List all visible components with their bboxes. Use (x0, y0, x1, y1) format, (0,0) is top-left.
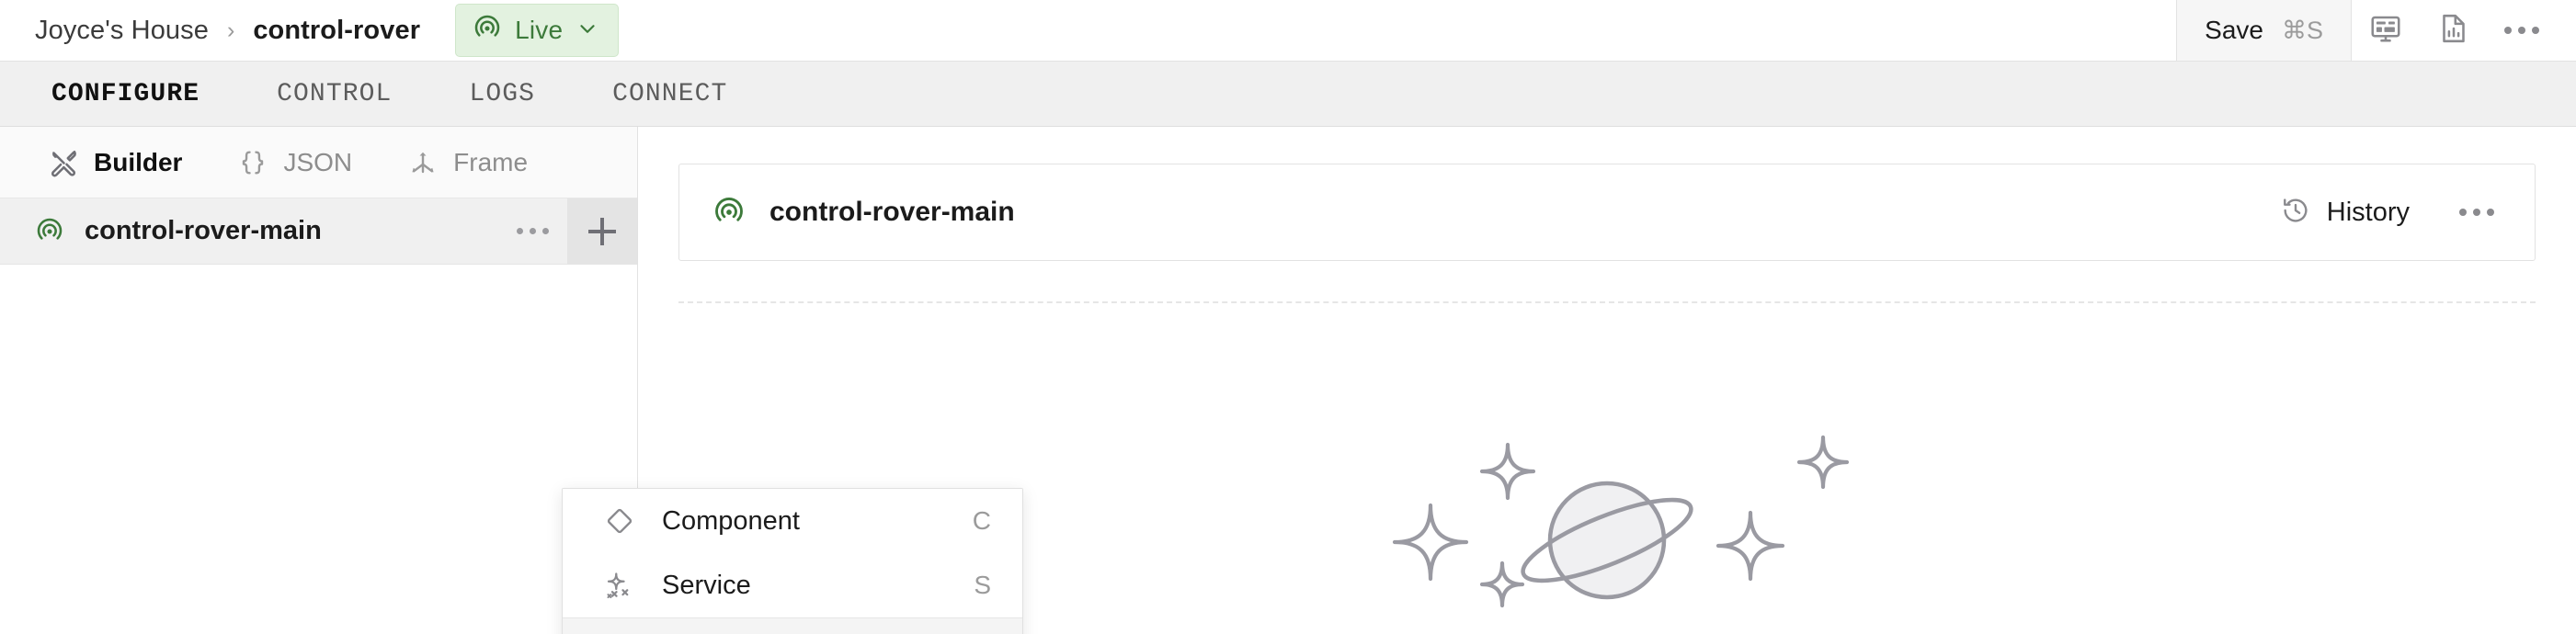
save-button[interactable]: Save ⌘S (2176, 0, 2352, 61)
body: Builder JSON Frame control-rover-main co… (0, 127, 2576, 634)
radar-icon (473, 14, 502, 48)
add-menu-dropdown: Component C Service S (562, 488, 1023, 634)
live-status-label: Live (515, 16, 564, 44)
tab-connect[interactable]: CONNECT (574, 80, 766, 108)
tree-item-label: control-rover-main (85, 216, 322, 245)
tree-item-more-button[interactable] (497, 198, 567, 265)
display-monitor-button[interactable] (2352, 0, 2420, 61)
radar-icon (712, 196, 746, 229)
history-button[interactable]: History (2281, 196, 2410, 230)
more-options-icon (2459, 209, 2494, 216)
add-menu-item-service-label: Service (662, 570, 751, 600)
view-switcher-builder-label: Builder (94, 147, 183, 176)
card-more-button[interactable] (2450, 199, 2503, 225)
tree-item-control-rover-main[interactable]: control-rover-main (0, 198, 637, 265)
top-bar: Joyce's House › control-rover Live Save … (0, 0, 2576, 61)
machine-part-card: control-rover-main History (678, 164, 2536, 261)
view-switcher-builder[interactable]: Builder (48, 148, 237, 177)
chevron-right-icon: › (226, 17, 235, 43)
tree-empty-area (0, 265, 637, 634)
history-button-label: History (2326, 197, 2410, 227)
view-switcher-frame[interactable]: Frame (407, 148, 583, 177)
view-switcher-frame-label: Frame (453, 147, 529, 176)
add-menu-item-service[interactable]: Service S (563, 553, 1022, 617)
config-sidebar: Builder JSON Frame control-rover-main (0, 127, 638, 634)
add-menu-item-service-shortcut: S (974, 571, 991, 599)
empty-state-illustration (1322, 402, 1892, 634)
tab-configure[interactable]: CONFIGURE (51, 80, 238, 108)
display-monitor-icon (2369, 12, 2402, 50)
document-chart-icon (2437, 12, 2470, 50)
tab-control[interactable]: CONTROL (238, 80, 430, 108)
radar-icon (35, 217, 64, 246)
add-menu-item-insert-fragment[interactable]: Insert fragment (563, 618, 1022, 634)
topbar-actions: Save ⌘S (2176, 0, 2576, 61)
braces-icon (237, 148, 268, 177)
plus-icon (588, 217, 616, 245)
section-divider (678, 301, 2536, 303)
add-menu-item-component[interactable]: Component C (563, 489, 1022, 553)
machine-part-title: control-rover-main (769, 197, 1015, 227)
tools-icon (48, 148, 79, 177)
chevron-down-icon (576, 17, 599, 45)
live-status-badge[interactable]: Live (455, 4, 620, 57)
document-chart-button[interactable] (2420, 0, 2488, 61)
topbar-more-button[interactable] (2488, 0, 2556, 61)
more-options-icon (516, 228, 549, 234)
clock-rewind-icon (2281, 196, 2310, 230)
save-button-label: Save (2205, 16, 2263, 44)
app-root: Joyce's House › control-rover Live Save … (0, 0, 2576, 634)
view-switcher: Builder JSON Frame (0, 127, 637, 198)
sparkle-service-icon (601, 571, 638, 600)
add-menu-item-component-shortcut: C (972, 506, 991, 535)
diamond-icon (601, 506, 638, 536)
add-menu-item-component-label: Component (662, 505, 800, 536)
main-tab-bar: CONFIGURE CONTROL LOGS CONNECT (0, 61, 2576, 127)
breadcrumb-parent-link[interactable]: Joyce's House (35, 16, 209, 46)
view-switcher-json[interactable]: JSON (237, 148, 407, 177)
frame-axes-icon (407, 148, 439, 177)
tab-logs[interactable]: LOGS (430, 80, 574, 108)
breadcrumb: Joyce's House › control-rover (0, 16, 420, 46)
add-menu-group-2: Insert fragment (563, 618, 1022, 634)
breadcrumb-current: control-rover (253, 15, 421, 45)
tree-add-button[interactable] (567, 198, 637, 265)
more-options-icon (2504, 27, 2539, 34)
config-tree: control-rover-main (0, 198, 637, 634)
view-switcher-json-label: JSON (283, 147, 353, 176)
add-menu-group-1: Component C Service S (563, 489, 1022, 617)
planet-with-sparkles-icon (1322, 402, 1892, 634)
save-shortcut-label: ⌘S (2281, 16, 2323, 44)
